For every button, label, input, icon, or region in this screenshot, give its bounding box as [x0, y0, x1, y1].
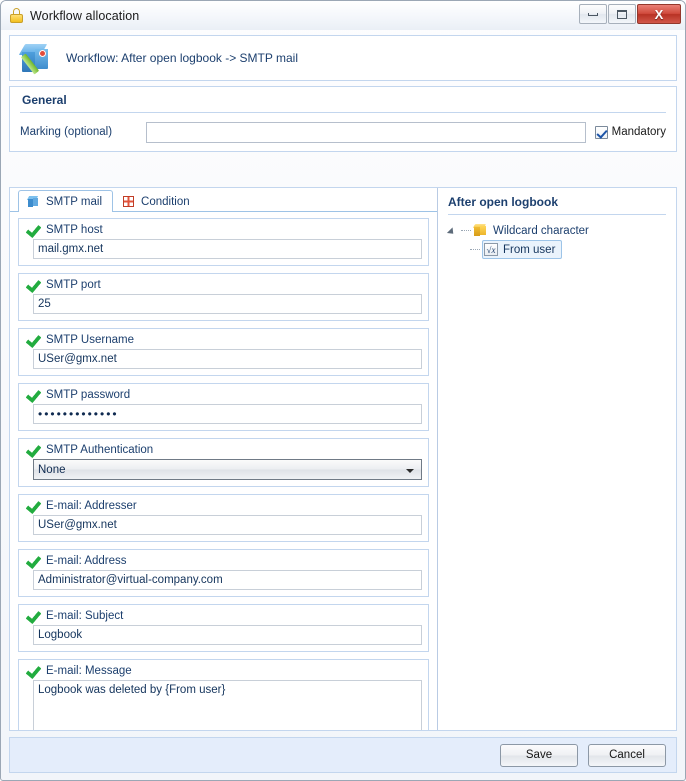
email-address-input[interactable] [33, 570, 422, 590]
green-check-icon [25, 499, 40, 512]
email-subject-input[interactable] [33, 625, 422, 645]
tab-condition-label: Condition [141, 195, 190, 208]
mandatory-checkbox[interactable] [594, 125, 608, 139]
green-check-icon [25, 609, 40, 622]
smtp-fields-list: SMTP host SMTP port [10, 212, 437, 730]
footer-bar: Save Cancel [9, 737, 677, 773]
workflow-allocation-window: Workflow allocation X Workflow: After op… [0, 0, 686, 781]
marking-row: Marking (optional) Mandatory [20, 113, 666, 151]
tree-connector [470, 249, 480, 250]
green-check-icon [25, 333, 40, 346]
field-label: SMTP host [46, 223, 103, 236]
save-button[interactable]: Save [500, 743, 578, 767]
tab-smtp-mail[interactable]: SMTP mail [18, 190, 114, 212]
restore-button[interactable] [608, 4, 636, 24]
tab-strip: SMTP mail Condition [10, 188, 437, 212]
expanded-arrow-icon[interactable] [448, 225, 459, 236]
window-title: Workflow allocation [30, 8, 140, 23]
field-group-email-message: E-mail: Message Logbook was deleted by {… [18, 659, 429, 730]
window-controls: X [579, 4, 681, 24]
restore-icon [617, 9, 627, 19]
left-pane: SMTP mail Condition SMTP host mail.gmx.n… [10, 188, 438, 730]
chevron-down-icon [406, 469, 414, 473]
field-label: SMTP port [46, 278, 101, 291]
marking-input[interactable] [146, 121, 586, 143]
main-split-area: SMTP mail Condition SMTP host mail.gmx.n… [9, 187, 677, 731]
field-label: SMTP Username [46, 333, 134, 346]
smtp-password-input[interactable] [33, 404, 422, 424]
close-icon: X [654, 6, 664, 22]
mandatory-label: Mandatory [611, 126, 666, 138]
field-label: E-mail: Addresser [46, 499, 137, 512]
green-check-icon [25, 223, 40, 236]
condition-icon [122, 195, 135, 208]
smtp-host-input[interactable] [33, 239, 422, 259]
green-check-icon [25, 554, 40, 567]
minimize-icon [588, 12, 598, 16]
tab-condition[interactable]: Condition [113, 190, 201, 212]
workflow-cube-pencil-icon [18, 41, 54, 75]
smtp-authentication-select[interactable]: None [33, 459, 422, 480]
tree-node-label: Wildcard character [493, 224, 589, 237]
tree-title: After open logbook [448, 195, 666, 215]
smtp-authentication-value: None [38, 463, 66, 476]
smtp-username-input[interactable] [33, 349, 422, 369]
workflow-banner: Workflow: After open logbook -> SMTP mai… [9, 35, 677, 81]
workflow-banner-text: Workflow: After open logbook -> SMTP mai… [66, 51, 298, 65]
smtp-port-input[interactable] [33, 294, 422, 314]
fx-icon: √x [484, 243, 498, 256]
field-group-smtp-host: SMTP host [18, 218, 429, 266]
tree-node-from-user[interactable]: √x From user [448, 240, 666, 259]
cancel-button[interactable]: Cancel [588, 743, 666, 767]
email-message-textarea[interactable]: Logbook was deleted by {From user} [33, 680, 422, 730]
green-check-icon [25, 443, 40, 456]
mandatory-checkbox-wrap[interactable]: Mandatory [594, 125, 666, 139]
field-label: E-mail: Address [46, 554, 127, 567]
field-group-smtp-password: SMTP password [18, 383, 429, 431]
field-label: E-mail: Subject [46, 609, 124, 622]
field-label: E-mail: Message [46, 664, 132, 677]
tree-node-label: From user [503, 243, 556, 256]
tab-smtp-mail-label: SMTP mail [46, 195, 103, 208]
field-group-email-subject: E-mail: Subject [18, 604, 429, 652]
field-group-smtp-username: SMTP Username [18, 328, 429, 376]
right-pane: After open logbook Wildcard character √x… [438, 188, 676, 730]
tree-connector [461, 230, 471, 231]
folder-cube-icon [472, 224, 488, 237]
window-content: Workflow: After open logbook -> SMTP mai… [1, 30, 685, 780]
minimize-button[interactable] [579, 4, 607, 24]
tree-node-wildcard-character[interactable]: Wildcard character [448, 221, 666, 240]
title-bar: Workflow allocation X [1, 1, 685, 30]
email-addresser-input[interactable] [33, 515, 422, 535]
close-button[interactable]: X [637, 4, 681, 24]
field-group-smtp-port: SMTP port [18, 273, 429, 321]
field-group-email-address: E-mail: Address [18, 549, 429, 597]
marking-label: Marking (optional) [20, 126, 113, 138]
tree-node-selected[interactable]: √x From user [482, 240, 563, 259]
lock-icon [10, 8, 23, 23]
field-group-smtp-authentication: SMTP Authentication None [18, 438, 429, 487]
general-section: General Marking (optional) Mandatory [9, 86, 677, 152]
field-group-email-addresser: E-mail: Addresser [18, 494, 429, 542]
field-label: SMTP password [46, 388, 131, 401]
green-check-icon [25, 278, 40, 291]
general-section-title: General [20, 87, 666, 113]
cube-icon [26, 195, 40, 208]
green-check-icon [25, 664, 40, 677]
field-label: SMTP Authentication [46, 443, 154, 456]
green-check-icon [25, 388, 40, 401]
